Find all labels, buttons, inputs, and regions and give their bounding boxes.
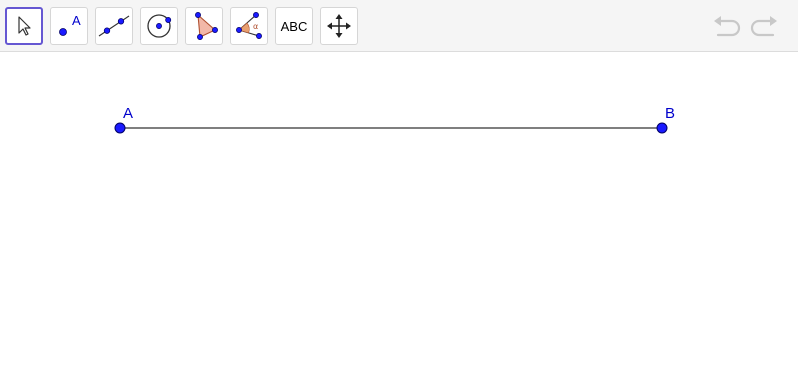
angle-icon: α	[236, 12, 262, 39]
redo-button[interactable]	[749, 13, 779, 41]
point-tool-label: A	[72, 13, 81, 28]
graphics-view-canvas[interactable]: A B	[0, 53, 798, 379]
move-tool-button[interactable]	[5, 7, 43, 45]
angle-tool-label: α	[253, 22, 258, 31]
undo-button[interactable]	[712, 13, 742, 41]
point-a[interactable]	[114, 122, 126, 134]
line-icon	[98, 15, 130, 37]
point-b-label: B	[665, 105, 675, 122]
point-a-label: A	[123, 105, 133, 122]
geogebra-app: A α ABC A B	[0, 0, 798, 379]
line-tool-button[interactable]	[95, 7, 133, 45]
polygon-tool-button[interactable]	[185, 7, 223, 45]
toolbar: A α ABC	[0, 0, 798, 52]
move-arrows-icon	[327, 14, 351, 38]
point-icon: A	[59, 13, 81, 36]
text-tool-label: ABC	[280, 18, 308, 34]
undo-icon	[714, 16, 741, 37]
redo-icon	[750, 16, 777, 37]
polygon-icon	[195, 12, 218, 40]
point-tool-button[interactable]: A	[50, 7, 88, 45]
circle-icon	[147, 14, 172, 38]
move-graphics-view-tool-button[interactable]	[320, 7, 358, 45]
graphics-view[interactable]: A B	[0, 53, 798, 379]
text-tool-button[interactable]: ABC	[275, 7, 313, 45]
point-b[interactable]	[656, 122, 668, 134]
circle-tool-button[interactable]	[140, 7, 178, 45]
pointer-arrow-icon	[18, 16, 31, 36]
angle-tool-button[interactable]: α	[230, 7, 268, 45]
